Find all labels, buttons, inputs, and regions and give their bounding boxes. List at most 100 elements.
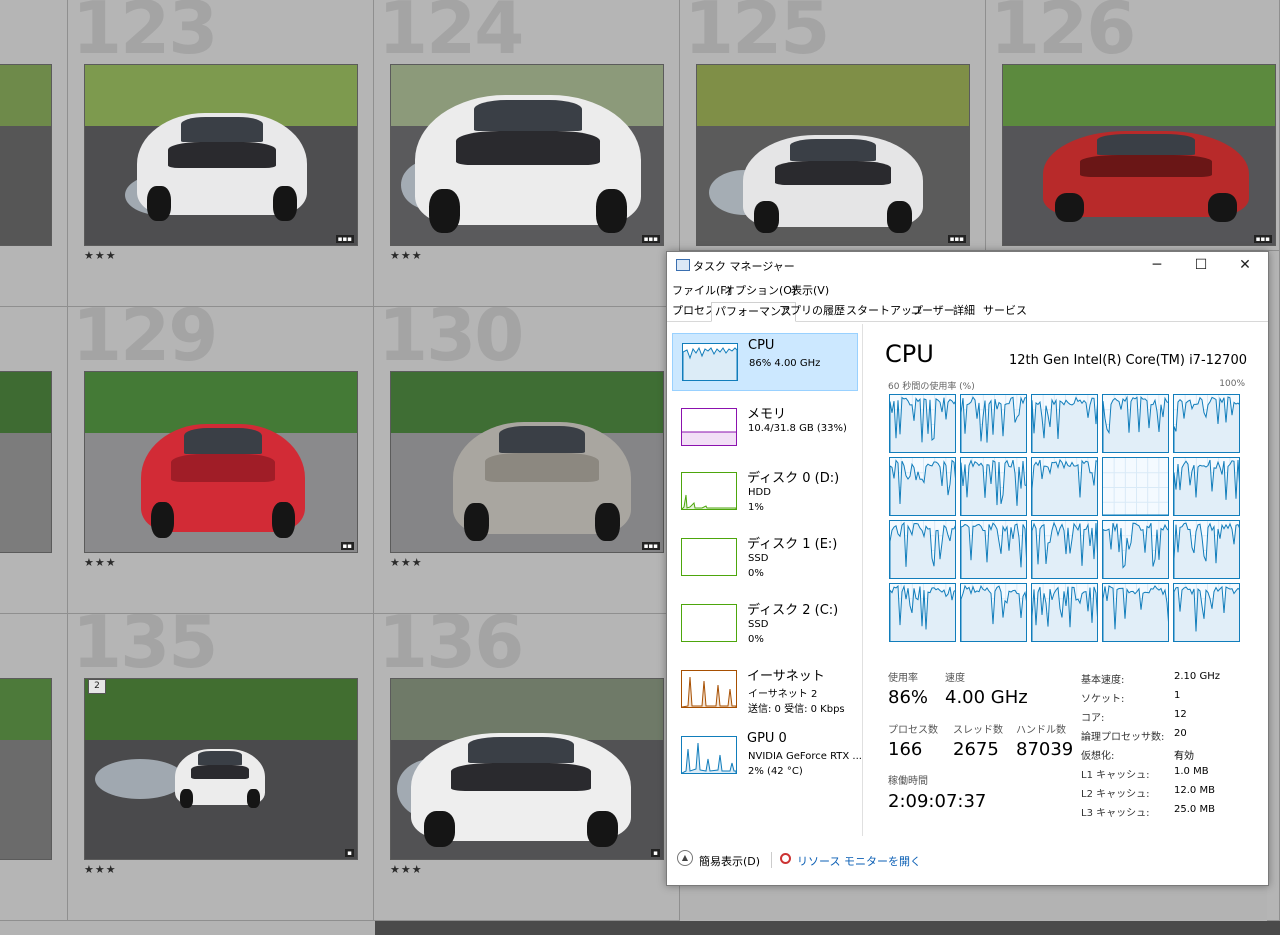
spec-value: 2.10 GHz: [1174, 671, 1220, 682]
stack-count-badge[interactable]: 2: [88, 679, 106, 694]
menu-view[interactable]: 表示(V): [791, 282, 829, 298]
menu-options[interactable]: オプション(O): [724, 282, 796, 298]
resource-gpu-0[interactable]: GPU 0 NVIDIA GeForce RTX ... 2% (42 °C): [672, 727, 862, 785]
logical-processor-graph: [1031, 520, 1098, 579]
resource-detail: NVIDIA GeForce RTX ...: [748, 751, 862, 762]
spec-value: 1.0 MB: [1174, 766, 1209, 777]
badge-icons: ▪▪▪: [947, 235, 966, 243]
star-rating[interactable]: ★★★: [390, 863, 423, 876]
resource-name: メモリ: [747, 407, 787, 422]
photo-index-number: 123: [72, 0, 218, 70]
photo-index-number: 125: [684, 0, 830, 70]
close-button[interactable]: ✕: [1223, 252, 1267, 278]
grid-cell[interactable]: 130 ▪▪▪ ★★★: [374, 307, 680, 614]
photo-thumbnail[interactable]: ▪▪: [84, 371, 358, 553]
logical-processor-graphs[interactable]: [889, 394, 1243, 645]
resource-detail: 2% (42 °C): [748, 766, 803, 777]
grid-cell[interactable]: 123 ▪▪▪ ★★★: [68, 0, 374, 307]
photo-thumbnail[interactable]: ▪: [390, 678, 664, 860]
spec-value: 12: [1174, 709, 1187, 720]
spec-label: 仮想化:: [1081, 751, 1115, 762]
star-rating[interactable]: ★★★: [84, 249, 117, 262]
title-bar[interactable]: タスク マネージャー ─ ☐ ✕: [667, 252, 1268, 278]
spec-value: 20: [1174, 728, 1187, 739]
task-manager-window[interactable]: タスク マネージャー ─ ☐ ✕ ファイル(F) オプション(O) 表示(V) …: [666, 251, 1269, 886]
footer-divider: [771, 852, 772, 868]
cpu-mini-graph: [682, 343, 738, 381]
open-resource-monitor-link[interactable]: リソース モニターを開く: [797, 853, 921, 869]
logical-processor-graph: [889, 520, 956, 579]
handles-label: ハンドル数: [1016, 725, 1066, 736]
spec-label: 基本速度:: [1081, 675, 1125, 686]
ethernet-mini-graph: [681, 670, 737, 708]
grid-cell-partial[interactable]: [0, 307, 68, 614]
maximize-button[interactable]: ☐: [1179, 252, 1223, 278]
resource-memory[interactable]: メモリ 10.4/31.8 GB (33%): [672, 399, 858, 457]
photo-thumbnail[interactable]: [0, 371, 52, 553]
resource-name: ディスク 2 (C:): [747, 603, 839, 618]
resource-name: GPU 0: [747, 731, 787, 746]
resource-name: CPU: [748, 338, 775, 353]
grid-cell[interactable]: 129 ▪▪ ★★★: [68, 307, 374, 614]
resource-list: CPU 86% 4.00 GHz メモリ 10.4/31.8 GB (33%) …: [667, 322, 863, 842]
photo-thumbnail[interactable]: ▪▪▪: [390, 64, 664, 246]
speed-value: 4.00 GHz: [945, 687, 1028, 708]
grid-cell[interactable]: 135 ▪ 2 ★★★: [68, 614, 374, 921]
handles-value: 87039: [1016, 739, 1074, 760]
star-rating[interactable]: ★★★: [390, 249, 423, 262]
photo-thumbnail[interactable]: ▪: [84, 678, 358, 860]
resource-disk-0[interactable]: ディスク 0 (D:) HDD 1%: [672, 463, 858, 521]
photo-thumbnail[interactable]: ▪▪▪: [84, 64, 358, 246]
footer: ▲ 簡易表示(D) リソース モニターを開く: [667, 842, 1268, 885]
resource-detail: 0%: [748, 634, 764, 645]
logical-processor-graph: [889, 457, 956, 516]
menu-file[interactable]: ファイル(F): [672, 282, 731, 298]
badge-icons: ▪: [651, 849, 660, 857]
photo-index-number: 136: [378, 614, 524, 684]
tab-app-history[interactable]: アプリの履歴: [776, 302, 848, 320]
spec-label: L2 キャッシュ:: [1081, 789, 1150, 800]
photo-thumbnail[interactable]: [0, 64, 52, 246]
grid-cell[interactable]: 125 ▪▪▪: [680, 0, 986, 251]
logical-processor-graph: [1173, 394, 1240, 453]
spec-value: 12.0 MB: [1174, 785, 1215, 796]
grid-cell[interactable]: 124 ▪▪▪ ★★★: [374, 0, 680, 307]
resource-disk-2[interactable]: ディスク 2 (C:) SSD 0%: [672, 595, 858, 653]
badge-icons: ▪▪▪: [641, 542, 660, 550]
minimize-button[interactable]: ─: [1135, 252, 1179, 278]
fewer-details-link[interactable]: 簡易表示(D): [699, 853, 760, 869]
spec-label: L3 キャッシュ:: [1081, 808, 1150, 819]
resource-ethernet[interactable]: イーサネット イーサネット 2 送信: 0 受信: 0 Kbps: [672, 661, 858, 719]
filmstrip-scrollbar[interactable]: [375, 921, 1280, 935]
gpu-mini-graph: [681, 736, 737, 774]
window-title: タスク マネージャー: [693, 260, 795, 273]
grid-cell[interactable]: 136 ▪ ★★★: [374, 614, 680, 921]
resource-disk-1[interactable]: ディスク 1 (E:) SSD 0%: [672, 529, 858, 587]
star-rating[interactable]: ★★★: [84, 556, 117, 569]
cpu-panel: CPU 12th Gen Intel(R) Core(TM) i7-12700 …: [872, 332, 1262, 832]
star-rating[interactable]: ★★★: [84, 863, 117, 876]
chart-label: 60 秒間の使用率 (%): [888, 382, 975, 392]
photo-thumbnail[interactable]: ▪▪▪: [696, 64, 970, 246]
photo-thumbnail[interactable]: ▪▪▪: [390, 371, 664, 553]
resource-name: ディスク 0 (D:): [747, 471, 840, 486]
grid-cell-partial[interactable]: [0, 614, 68, 921]
logical-processor-graph: [1102, 583, 1169, 642]
uptime-value: 2:09:07:37: [888, 791, 987, 812]
tab-details[interactable]: 詳細: [950, 302, 978, 320]
resource-detail: 送信: 0 受信: 0 Kbps: [748, 704, 845, 715]
badge-icons: ▪▪: [340, 542, 354, 550]
grid-cell-partial[interactable]: [0, 0, 68, 307]
resource-cpu[interactable]: CPU 86% 4.00 GHz: [672, 333, 858, 391]
chart-max-label: 100%: [1219, 379, 1245, 389]
photo-index-number: 124: [378, 0, 524, 70]
spec-label: ソケット:: [1081, 694, 1125, 705]
grid-cell[interactable]: 126 ▪▪▪: [986, 0, 1280, 251]
photo-thumbnail[interactable]: ▪▪▪: [1002, 64, 1276, 246]
photo-thumbnail[interactable]: [0, 678, 52, 860]
star-rating[interactable]: ★★★: [390, 556, 423, 569]
tab-services[interactable]: サービス: [980, 302, 1030, 320]
spec-value: 25.0 MB: [1174, 804, 1215, 815]
chevron-up-icon[interactable]: ▲: [677, 850, 693, 866]
resource-detail: 1%: [748, 502, 764, 513]
